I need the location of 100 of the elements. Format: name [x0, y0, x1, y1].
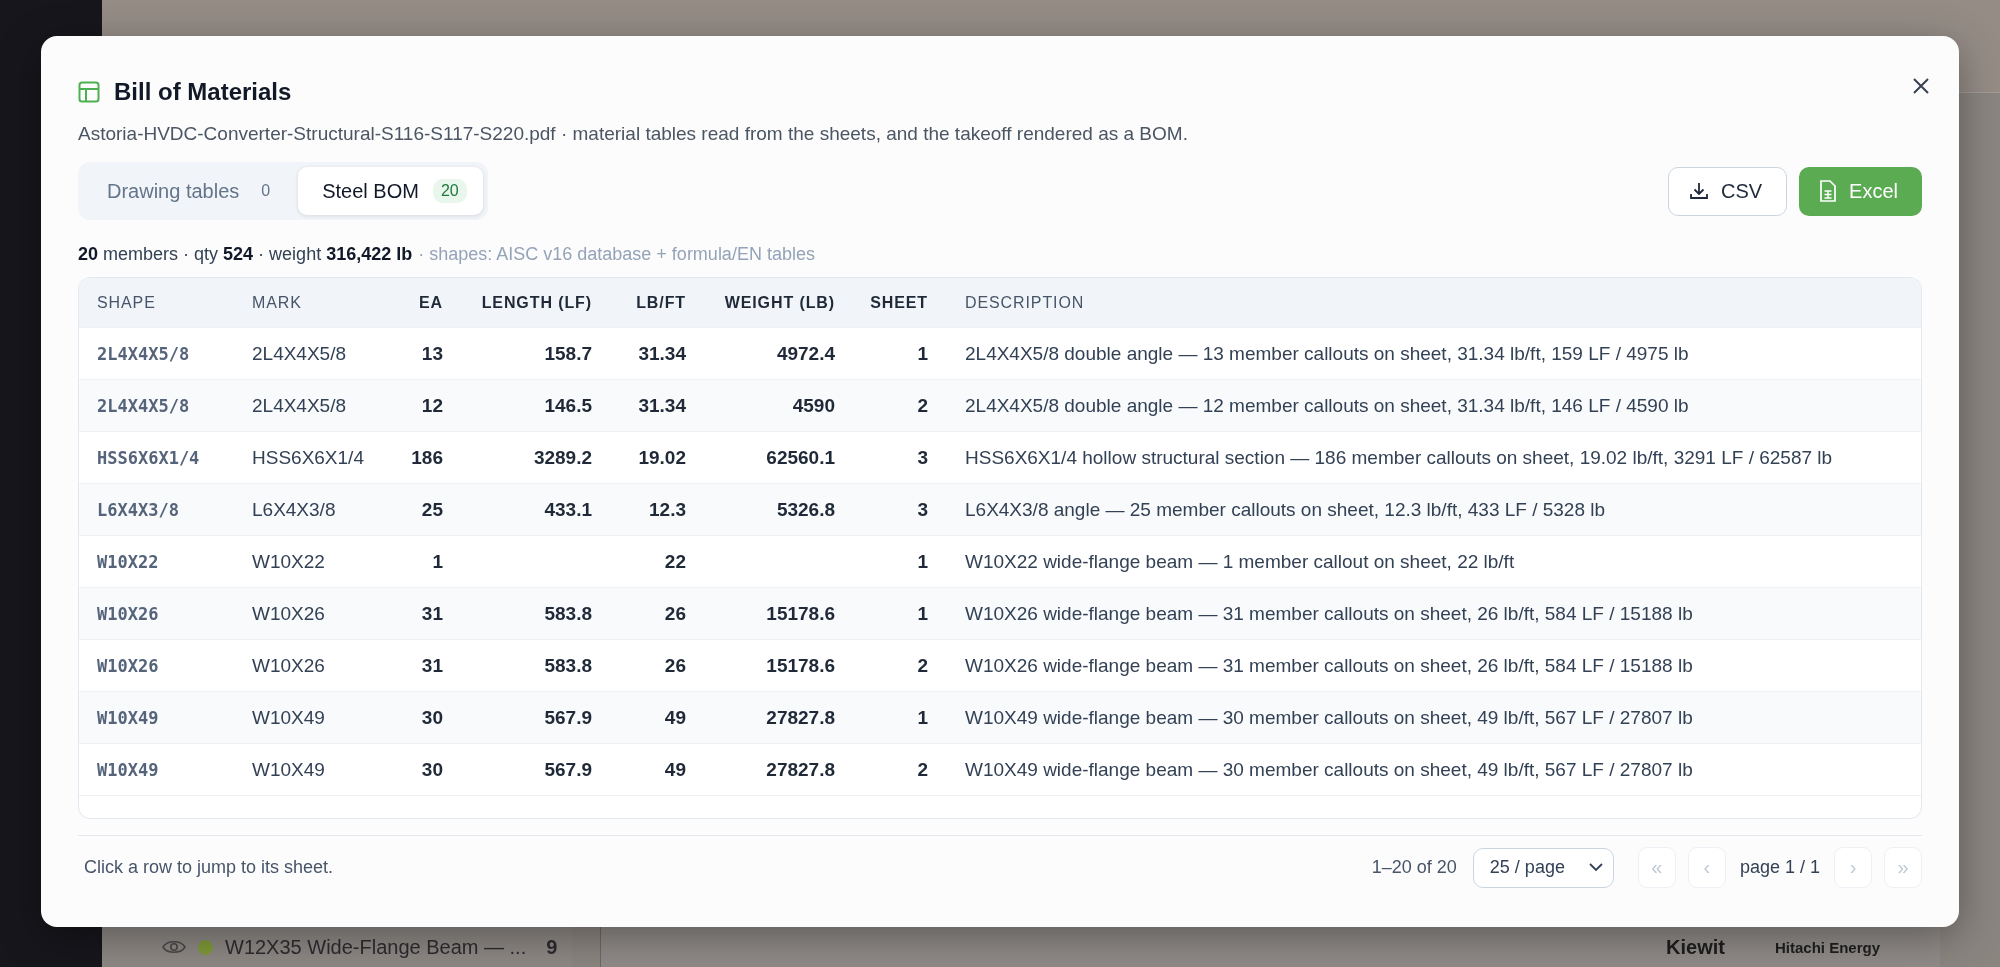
table-cell-text: 2L4X4X5/8 [252, 342, 348, 365]
table-cell-text: 12.3 [648, 498, 686, 521]
table-cell-text: 25 [420, 498, 443, 521]
table-cell-text: HSS6X6X1/4 [97, 447, 201, 468]
column-header: LENGTH (LF) [480, 293, 592, 312]
table-cell-text: L6X4X3/8 angle — 25 member callouts on sheet, 12.3 lb/ft, 433 LF / 5328 lb [964, 498, 1607, 521]
column-header: DESCRIPTION [964, 293, 1086, 312]
column-header: MARK [252, 293, 303, 312]
excel-export-button[interactable]: Excel [1799, 166, 1922, 216]
table-cell-text: 4972.4 [775, 342, 835, 365]
table-cell-text: 26 [663, 602, 686, 625]
page-indicator: page 1 / 1 [1739, 857, 1820, 878]
table-cell-text: 4590 [791, 394, 835, 417]
summary-note: · shapes: AISC v16 database + formula/EN tables [418, 244, 815, 265]
table-cell-text: 3 [916, 446, 928, 469]
table-cell-text: 31 [420, 602, 443, 625]
table-cell-text: 433.1 [543, 498, 592, 521]
table-cell-text: W10X49 [97, 759, 160, 780]
table-cell-text: 26 [663, 654, 686, 677]
layer-list-item[interactable]: W12X35 Wide-Flange Beam — ... 9 [102, 927, 572, 967]
table-cell-text: 2 [916, 654, 928, 677]
table-cell-text: 2 [916, 394, 928, 417]
column-header: WEIGHT (LB) [723, 293, 835, 312]
table-icon [78, 81, 100, 103]
table-cell-text: 2L4X4X5/8 [252, 394, 348, 417]
table-cell-text: W10X49 [252, 706, 326, 729]
table-cell-text: 27827.8 [765, 706, 835, 729]
csv-export-button[interactable]: CSV [1667, 166, 1788, 216]
table-cell-text: 146.5 [543, 394, 592, 417]
table-cell-text: W10X22 [97, 551, 160, 572]
eye-icon[interactable] [162, 939, 186, 955]
tab[interactable]: Drawing tables 0 [83, 167, 295, 215]
table-cell-text: 49 [663, 758, 686, 781]
download-icon [1688, 181, 1709, 201]
table-cell-text: 31 [420, 654, 443, 677]
chevron-down-icon [1588, 863, 1603, 872]
table-cell-text: 30 [420, 758, 443, 781]
table-cell-text: W10X26 [97, 655, 160, 676]
footer-hint: Click a row to jump to its sheet. [84, 857, 334, 878]
table-cell-text: 567.9 [543, 706, 592, 729]
table-cell-text: W10X22 [252, 550, 326, 573]
table-cell-text: 583.8 [543, 602, 592, 625]
table-cell-text: 1 [916, 342, 928, 365]
table-cell-text: 1 [916, 706, 928, 729]
table-cell-text: 62560.1 [765, 446, 835, 469]
table-cell-text: W10X26 [97, 603, 160, 624]
table-cell-text: W10X49 wide-flange beam — 30 member callouts on sheet, 49 lb/ft, 567 LF / 27807 lb [964, 706, 1694, 729]
table-cell-text: W10X49 wide-flange beam — 30 member callouts on sheet, 49 lb/ft, 567 LF / 27807 lb [964, 758, 1694, 781]
table-cell-text: 158.7 [543, 342, 592, 365]
tab[interactable]: Steel BOM 20 [298, 167, 483, 215]
close-icon[interactable] [1911, 76, 1931, 96]
title-block-logo: Hitachi Energy [1774, 938, 1880, 956]
table-cell-text: 2L4X4X5/8 double angle — 12 member callouts on sheet, 31.34 lb/ft, 146 LF / 4590 lb [964, 394, 1690, 417]
table-cell-text: 12 [420, 394, 443, 417]
table-cell-text: 31.34 [637, 342, 686, 365]
table-cell-text: 186 [410, 446, 443, 469]
table-cell-text: W10X49 [252, 758, 326, 781]
table-cell-text: 22 [663, 550, 686, 573]
table-cell-text: L6X4X3/8 [97, 499, 180, 520]
table-cell-text: 3289.2 [532, 446, 592, 469]
page-size-select[interactable]: 25 / page [1472, 847, 1614, 888]
table-cell-text: 2L4X4X5/8 [97, 343, 191, 364]
table-cell-text: 1 [916, 550, 928, 573]
table-cell-text: 15178.6 [765, 602, 835, 625]
column-header: EA [417, 293, 443, 312]
dialog-subtitle: Astoria-HVDC-Converter-Structural-S116-S117-S220.pdf · material tables read from the sheets, and the takeoff rendered as a BOM. [78, 123, 1189, 145]
table-cell-text: 49 [663, 706, 686, 729]
table-cell-text: L6X4X3/8 [252, 498, 337, 521]
table-cell-text: W10X26 wide-flange beam — 31 member callouts on sheet, 26 lb/ft, 584 LF / 15188 lb [964, 654, 1694, 677]
layer-count: 9 [546, 935, 558, 959]
table-cell-text: 1 [916, 602, 928, 625]
table-cell-text: 30 [420, 706, 443, 729]
table-cell-text: 15178.6 [765, 654, 835, 677]
column-header: SHAPE [97, 293, 157, 312]
table-cell-text: W10X22 wide-flange beam — 1 member callout on sheet, 22 lb/ft [964, 550, 1516, 573]
table-cell-text: 27827.8 [765, 758, 835, 781]
table-cell-text: 31.34 [637, 394, 686, 417]
table-cell-text: HSS6X6X1/4 [252, 446, 365, 469]
table-cell-text: 2L4X4X5/8 double angle — 13 member callouts on sheet, 31.34 lb/ft, 159 LF / 4975 lb [964, 342, 1690, 365]
column-header: LB/FT [635, 293, 686, 312]
row-range: 1–20 of 20 [1371, 857, 1457, 878]
table-cell-text: 1 [431, 550, 443, 573]
table-cell-text: 2 [916, 758, 928, 781]
table-cell-text: 5326.8 [775, 498, 835, 521]
table-cell-text: 583.8 [543, 654, 592, 677]
dialog-title: Bill of Materials [114, 78, 292, 106]
table-cell-text: 2L4X4X5/8 [97, 395, 191, 416]
table-cell-text: W10X26 wide-flange beam — 31 member callouts on sheet, 26 lb/ft, 584 LF / 15188 lb [964, 602, 1694, 625]
spreadsheet-file-icon [1819, 180, 1838, 202]
column-header: SHEET [869, 293, 928, 312]
tab-count: 20 [432, 179, 467, 203]
title-block-logo: Kiewit [1666, 935, 1725, 959]
table-cell-text: 3 [916, 498, 928, 521]
table-cell-text: W10X26 [252, 602, 326, 625]
layer-label: W12X35 Wide-Flange Beam — ... [225, 935, 527, 959]
tab-count: 0 [260, 181, 272, 201]
table-cell-text: 567.9 [543, 758, 592, 781]
table-cell-text: HSS6X6X1/4 hollow structural section — 186 member callouts on sheet, 19.02 lb/ft, 3291 LF / 62587 lb [964, 446, 1834, 469]
table-cell-text: 19.02 [637, 446, 686, 469]
summary-text: 20 members · qty 524 · weight 316,422 lb [78, 244, 413, 265]
